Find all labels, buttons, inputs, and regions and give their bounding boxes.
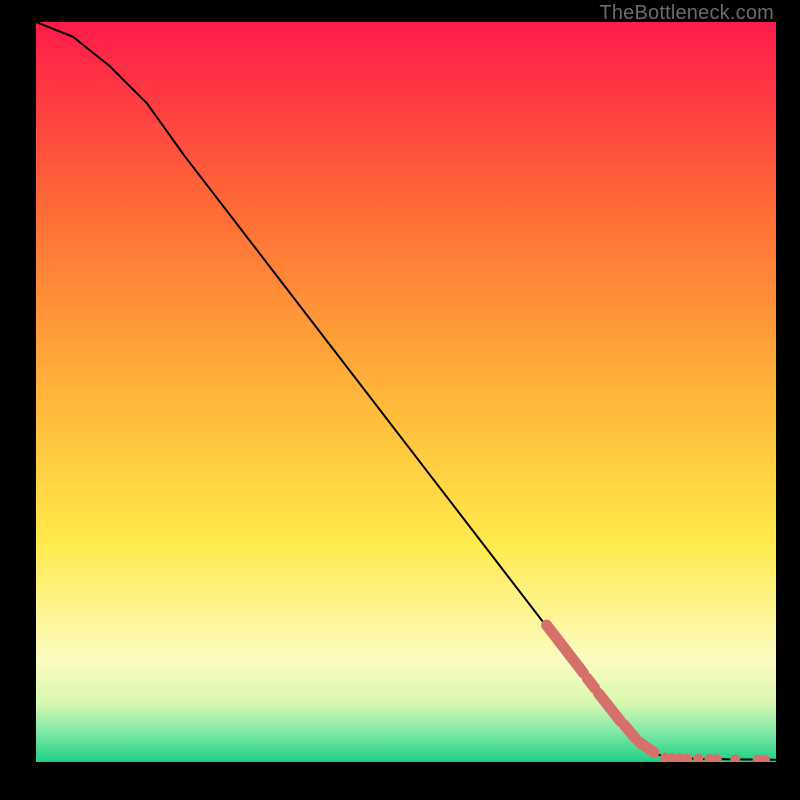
- highlight-segment: [587, 678, 594, 688]
- gradient-background: [36, 22, 776, 762]
- chart-stage: TheBottleneck.com: [0, 0, 800, 800]
- chart-svg: [36, 22, 776, 762]
- plot-area: [36, 22, 776, 762]
